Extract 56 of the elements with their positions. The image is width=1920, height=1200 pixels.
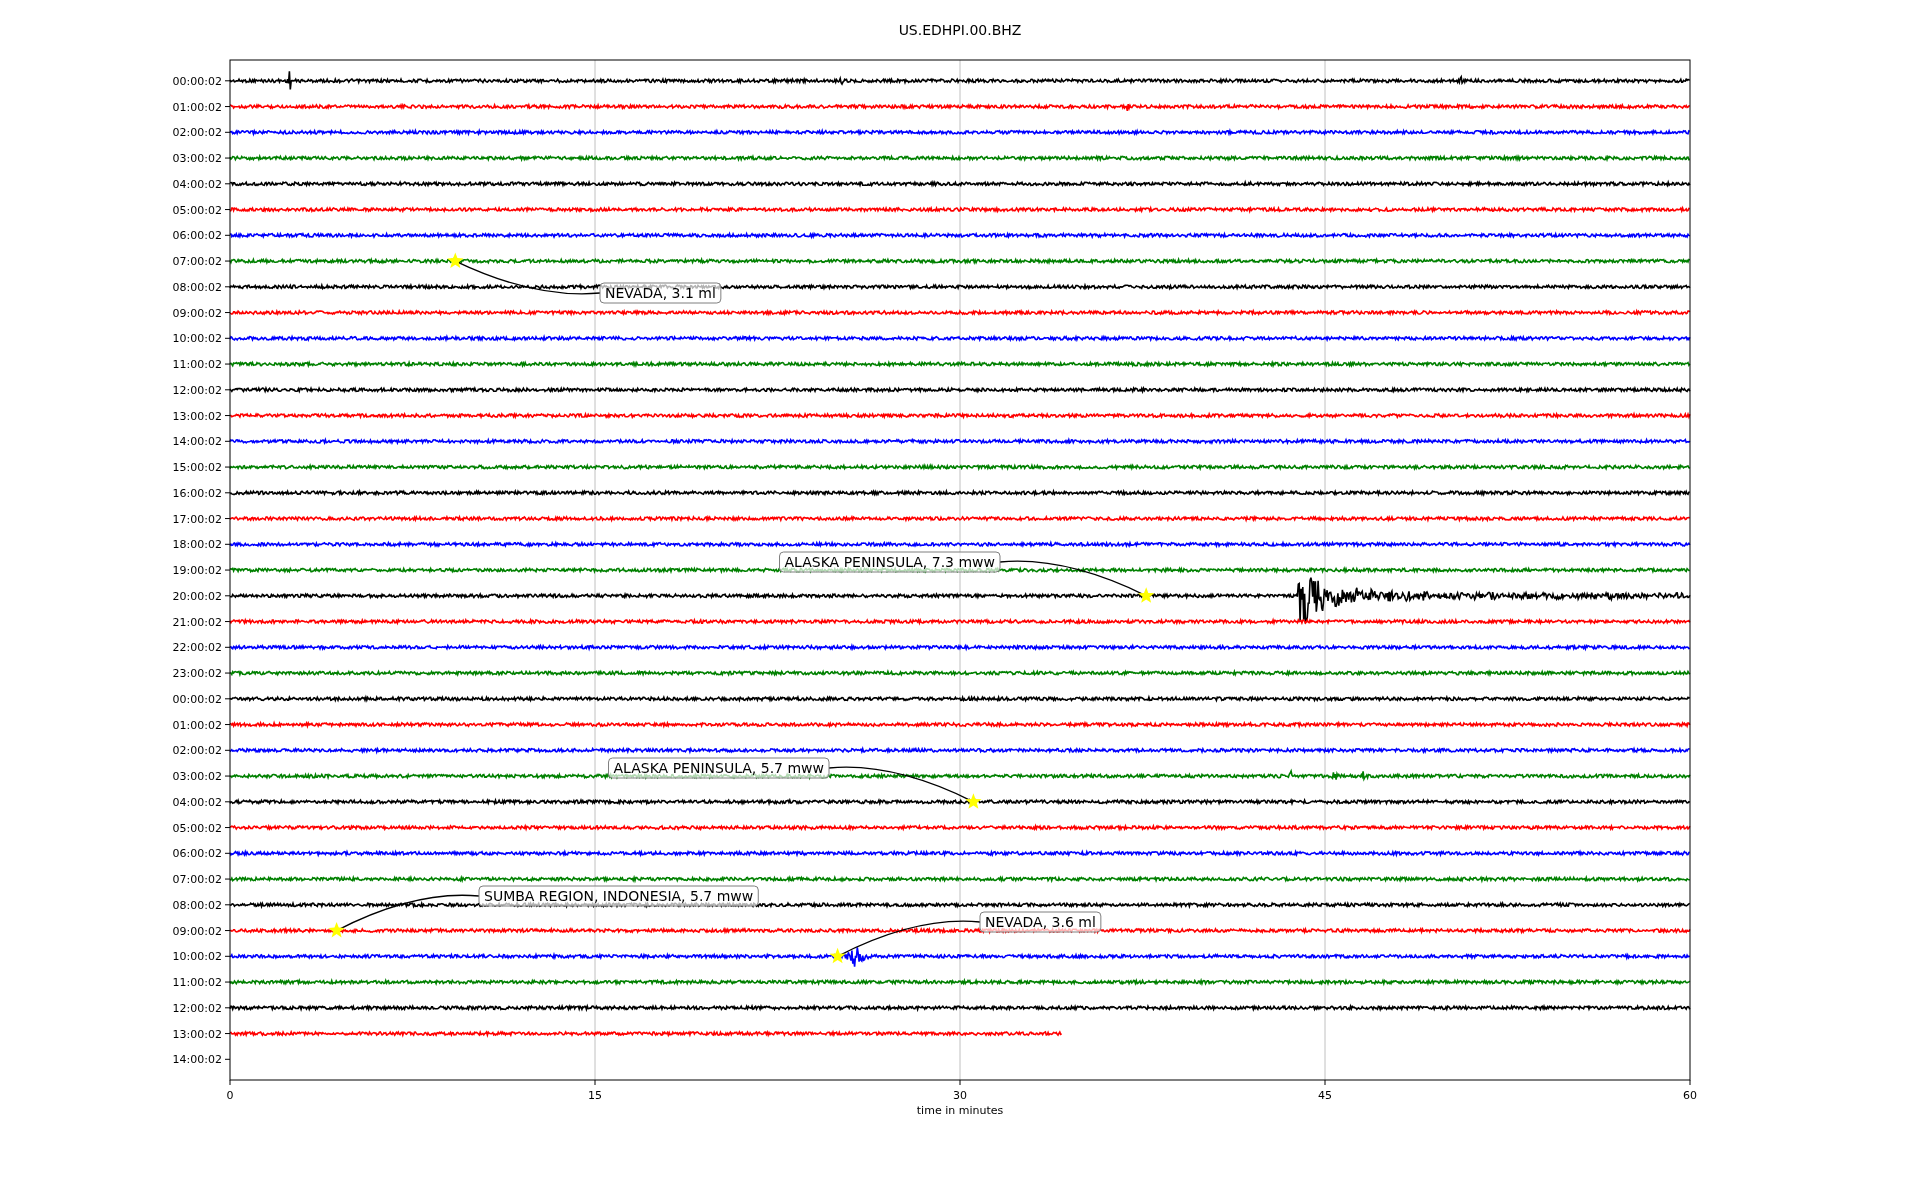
star-marker [965,793,982,809]
x-tick-label: 45 [1318,1089,1332,1102]
y-tick-label: 15:00:02 [172,461,222,475]
star-marker [328,922,345,938]
y-tick-label: 00:00:02 [172,74,222,88]
y-tick-label: 10:00:02 [172,950,222,964]
y-tick-label: 13:00:02 [172,1027,222,1041]
y-tick-label: 14:00:02 [172,1053,222,1067]
x-tick-label: 0 [226,1089,234,1102]
x-axis-label: time in minutes [916,1104,1004,1117]
y-tick-label: 05:00:02 [172,821,222,835]
star-marker [829,947,846,964]
y-tick-label: 17:00:02 [172,512,222,526]
y-tick-label: 06:00:02 [172,847,222,861]
event-callout: SUMBA REGION, INDONESIA, 5.7 mww [478,885,759,907]
x-tick-label: 30 [953,1089,967,1102]
y-tick-label: 10:00:02 [172,332,222,346]
y-tick-label: 18:00:02 [172,538,222,552]
y-tick-label: 02:00:02 [172,126,222,140]
y-tick-label: 21:00:02 [172,615,222,629]
y-tick-label: 11:00:02 [172,358,222,372]
y-tick-label: 19:00:02 [172,564,222,578]
x-tick-label: 15 [588,1089,602,1102]
y-tick-label: 11:00:02 [172,976,222,990]
y-tick-label: 22:00:02 [172,641,222,655]
x-tick-label: 60 [1683,1089,1697,1102]
event-callout: ALASKA PENINSULA, 7.3 mww [779,551,1001,573]
y-tick-label: 02:00:02 [172,744,222,758]
chart-title: US.EDHPI.00.BHZ [898,22,1022,38]
y-tick-label: 20:00:02 [172,589,222,603]
y-tick-label: 03:00:02 [172,152,222,166]
y-tick-label: 12:00:02 [172,383,222,397]
y-tick-label: 09:00:02 [172,924,222,938]
event-callout: NEVADA, 3.1 ml [599,282,722,304]
event-callout: ALASKA PENINSULA, 5.7 mww [608,757,830,779]
y-tick-label: 13:00:02 [172,409,222,423]
y-tick-label: 04:00:02 [172,795,222,809]
y-tick-label: 07:00:02 [172,873,222,887]
y-tick-label: 16:00:02 [172,486,222,500]
y-tick-label: 04:00:02 [172,177,222,191]
y-tick-label: 14:00:02 [172,435,222,449]
y-tick-label: 23:00:02 [172,667,222,681]
star-marker [1138,587,1155,603]
star-marker [447,252,464,268]
y-tick-label: 00:00:02 [172,692,222,706]
y-tick-label: 03:00:02 [172,770,222,784]
y-tick-label: 06:00:02 [172,229,222,243]
y-tick-label: 08:00:02 [172,898,222,912]
y-tick-label: 07:00:02 [172,255,222,269]
y-tick-label: 12:00:02 [172,1001,222,1015]
y-tick-label: 01:00:02 [172,100,222,114]
y-tick-label: 08:00:02 [172,280,222,294]
y-tick-label: 01:00:02 [172,718,222,732]
y-tick-label: 09:00:02 [172,306,222,320]
y-tick-label: 05:00:02 [172,203,222,217]
event-callout: NEVADA, 3.6 ml [979,911,1102,933]
